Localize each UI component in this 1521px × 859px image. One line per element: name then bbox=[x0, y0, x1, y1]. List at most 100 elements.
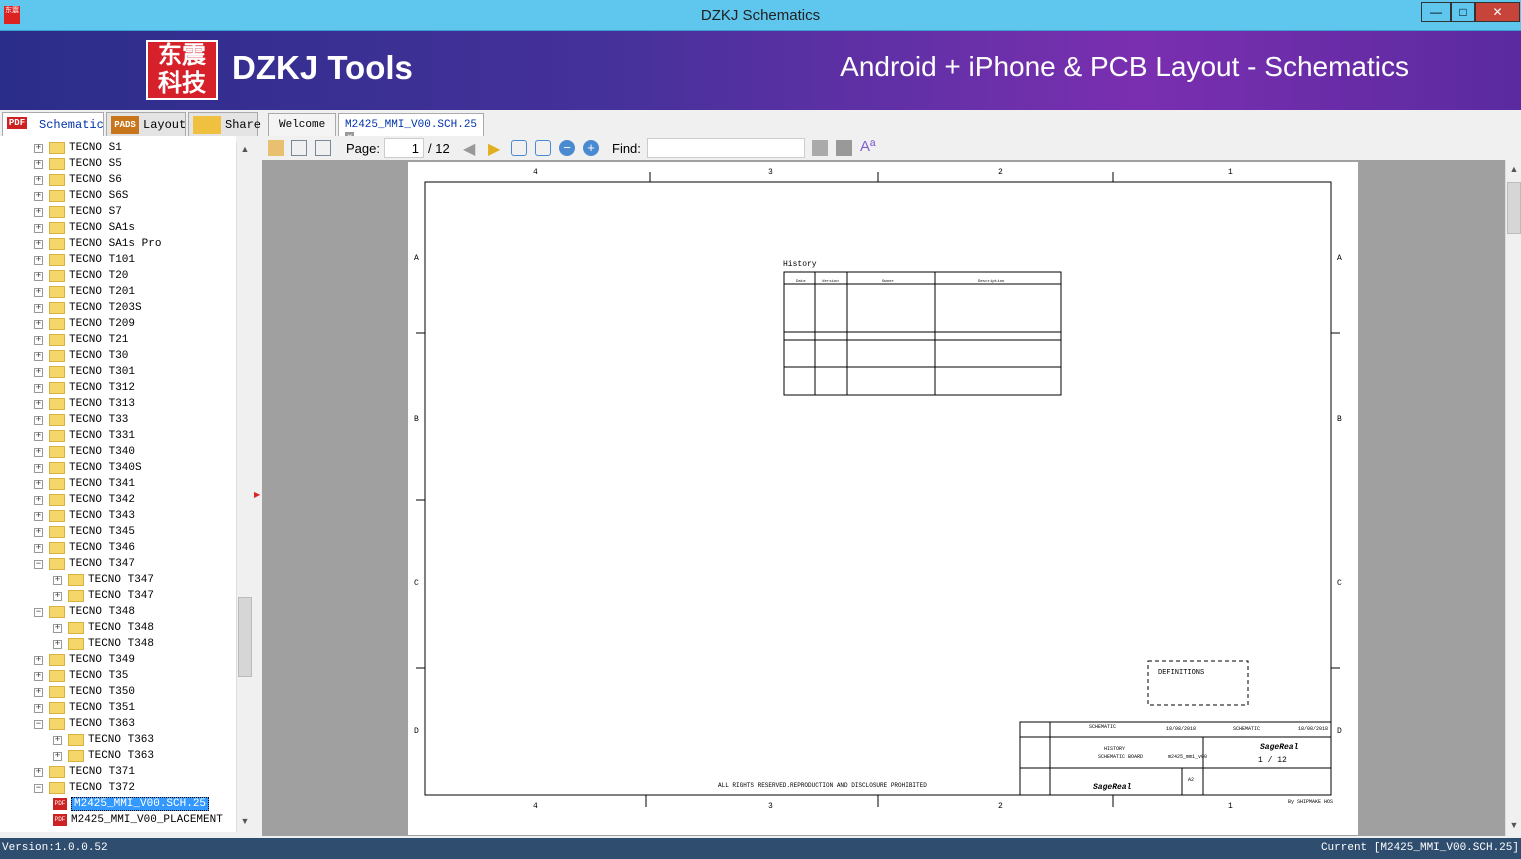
tree-item[interactable]: + TECNO T20 bbox=[34, 268, 128, 284]
collapse-icon[interactable]: − bbox=[34, 559, 43, 569]
tree-item[interactable]: + TECNO T343 bbox=[34, 508, 135, 524]
doc-tab-schematic[interactable]: M2425_MMI_V00.SCH.25 ✕ bbox=[338, 113, 484, 142]
tree-item[interactable]: + TECNO T342 bbox=[34, 492, 135, 508]
find-next-icon[interactable] bbox=[836, 140, 852, 156]
tree-item[interactable]: − TECNO T347 bbox=[34, 556, 135, 572]
expand-icon[interactable]: + bbox=[34, 655, 43, 665]
expand-icon[interactable]: + bbox=[53, 751, 62, 761]
expand-icon[interactable]: + bbox=[34, 511, 43, 521]
fit-width-icon[interactable] bbox=[511, 140, 527, 156]
scroll-down-icon[interactable]: ▼ bbox=[238, 816, 252, 830]
prev-page-icon[interactable]: ◀ bbox=[463, 139, 475, 159]
scroll-up-icon[interactable]: ▲ bbox=[238, 144, 252, 158]
scroll-down-icon[interactable]: ▼ bbox=[1507, 820, 1521, 834]
tree-item[interactable]: + TECNO T35 bbox=[34, 668, 128, 684]
tree-item[interactable]: + TECNO T101 bbox=[34, 252, 135, 268]
tree-item[interactable]: + TECNO T351 bbox=[34, 700, 135, 716]
next-page-icon[interactable]: ▶ bbox=[488, 139, 500, 159]
file-tree[interactable]: + TECNO S1 + TECNO S5 + TECNO S6 + TECNO S6S + TE… bbox=[0, 136, 236, 832]
expand-icon[interactable]: + bbox=[53, 623, 62, 633]
expand-icon[interactable]: + bbox=[34, 479, 43, 489]
expand-icon[interactable]: + bbox=[34, 351, 43, 361]
collapse-icon[interactable]: − bbox=[34, 607, 43, 617]
tree-item[interactable]: + TECNO T347 bbox=[53, 572, 154, 588]
expand-icon[interactable]: + bbox=[34, 335, 43, 345]
expand-icon[interactable]: + bbox=[34, 271, 43, 281]
expand-icon[interactable]: + bbox=[34, 463, 43, 473]
tree-item[interactable]: + TECNO T209 bbox=[34, 316, 135, 332]
tree-item[interactable]: + TECNO T341 bbox=[34, 476, 135, 492]
paste-icon[interactable] bbox=[315, 140, 331, 156]
expand-icon[interactable]: + bbox=[34, 287, 43, 297]
tree-item[interactable]: + TECNO T312 bbox=[34, 380, 135, 396]
expand-icon[interactable]: + bbox=[53, 575, 62, 585]
tree-item[interactable]: + TECNO T363 bbox=[53, 732, 154, 748]
expand-icon[interactable]: + bbox=[34, 223, 43, 233]
tree-item[interactable]: + TECNO T348 bbox=[53, 636, 154, 652]
expand-icon[interactable]: + bbox=[34, 319, 43, 329]
expand-icon[interactable]: + bbox=[34, 687, 43, 697]
open-icon[interactable] bbox=[268, 140, 284, 156]
fit-page-icon[interactable] bbox=[535, 140, 551, 156]
expand-icon[interactable]: + bbox=[34, 767, 43, 777]
scroll-thumb[interactable] bbox=[1507, 182, 1521, 234]
expand-icon[interactable]: + bbox=[34, 543, 43, 553]
tree-item[interactable]: + TECNO T21 bbox=[34, 332, 128, 348]
document-scrollbar[interactable]: ▲ ▼ bbox=[1505, 160, 1521, 836]
tree-item[interactable]: + TECNO T313 bbox=[34, 396, 135, 412]
tree-item[interactable]: + TECNO T350 bbox=[34, 684, 135, 700]
expand-icon[interactable]: + bbox=[34, 431, 43, 441]
tree-item[interactable]: + TECNO T203S bbox=[34, 300, 142, 316]
match-case-icon[interactable]: Aª bbox=[860, 138, 876, 155]
expand-icon[interactable]: + bbox=[34, 447, 43, 457]
zoom-out-icon[interactable]: − bbox=[559, 140, 575, 156]
zoom-in-icon[interactable]: + bbox=[583, 140, 599, 156]
document-view[interactable]: 4 4 3 3 2 2 1 1 A A B B C C D D History Date Version Owne… bbox=[262, 160, 1505, 836]
tree-item[interactable]: + TECNO T345 bbox=[34, 524, 135, 540]
expand-icon[interactable]: + bbox=[34, 671, 43, 681]
copy-icon[interactable] bbox=[291, 140, 307, 156]
page-input[interactable] bbox=[384, 138, 424, 158]
tree-item[interactable]: + TECNO S5 bbox=[34, 156, 122, 172]
expand-icon[interactable]: + bbox=[34, 303, 43, 313]
tree-item[interactable]: + TECNO SA1s Pro bbox=[34, 236, 161, 252]
tree-item[interactable]: + TECNO T30 bbox=[34, 348, 128, 364]
tab-share[interactable]: Share bbox=[188, 112, 261, 136]
expand-icon[interactable]: + bbox=[34, 143, 43, 153]
collapse-icon[interactable]: − bbox=[34, 719, 43, 729]
expand-icon[interactable]: + bbox=[34, 527, 43, 537]
tree-item[interactable]: + TECNO T349 bbox=[34, 652, 135, 668]
tree-item[interactable]: + TECNO S1 bbox=[34, 140, 122, 156]
close-button[interactable]: ✕ bbox=[1475, 2, 1520, 22]
tree-item[interactable]: + TECNO SA1s bbox=[34, 220, 135, 236]
expand-icon[interactable]: + bbox=[34, 239, 43, 249]
expand-icon[interactable]: + bbox=[34, 175, 43, 185]
expand-icon[interactable]: + bbox=[34, 415, 43, 425]
tree-item[interactable]: + TECNO S7 bbox=[34, 204, 122, 220]
tree-item[interactable]: − TECNO T363 bbox=[34, 716, 135, 732]
tree-item[interactable]: − TECNO T348 bbox=[34, 604, 135, 620]
tree-item[interactable]: + TECNO T340 bbox=[34, 444, 135, 460]
expand-icon[interactable]: + bbox=[53, 735, 62, 745]
expand-icon[interactable]: + bbox=[34, 703, 43, 713]
tree-item[interactable]: + TECNO T348 bbox=[53, 620, 154, 636]
minimize-button[interactable]: — bbox=[1421, 2, 1451, 22]
collapse-arrow-icon[interactable]: ▶ bbox=[254, 490, 260, 499]
expand-icon[interactable]: + bbox=[34, 255, 43, 265]
expand-icon[interactable]: + bbox=[34, 367, 43, 377]
tree-scrollbar[interactable]: ▲ ▼ bbox=[236, 142, 252, 832]
scroll-thumb[interactable] bbox=[238, 597, 252, 677]
tree-item[interactable]: − TECNO T372 bbox=[34, 780, 135, 796]
expand-icon[interactable]: + bbox=[34, 191, 43, 201]
expand-icon[interactable]: + bbox=[34, 399, 43, 409]
tree-item[interactable]: + TECNO T346 bbox=[34, 540, 135, 556]
find-prev-icon[interactable] bbox=[812, 140, 828, 156]
find-input[interactable] bbox=[647, 138, 805, 158]
tab-layout[interactable]: PADS Layout bbox=[106, 112, 186, 136]
collapse-icon[interactable]: − bbox=[34, 783, 43, 793]
expand-icon[interactable]: + bbox=[34, 383, 43, 393]
tree-item[interactable]: + TECNO T33 bbox=[34, 412, 128, 428]
tree-item[interactable]: + TECNO T363 bbox=[53, 748, 154, 764]
expand-icon[interactable]: + bbox=[34, 495, 43, 505]
tree-item[interactable]: PDF M2425_MMI_V00_PLACEMENT bbox=[53, 812, 223, 828]
